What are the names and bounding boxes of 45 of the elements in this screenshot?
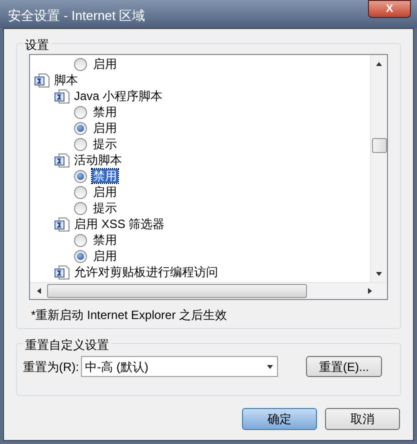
reset-button[interactable]: 重置(E)... [306, 356, 382, 377]
radio-button[interactable] [74, 234, 87, 246]
horizontal-scrollbar[interactable] [30, 282, 387, 299]
option-label[interactable]: 启用 [92, 57, 118, 71]
radio-button[interactable] [74, 250, 87, 262]
script-icon [34, 72, 50, 88]
option-label[interactable]: 禁用 [92, 169, 118, 183]
option-label[interactable]: 提示 [92, 201, 118, 215]
tree-item-label[interactable]: 脚本 [54, 71, 78, 89]
reset-to-label: 重置为(R): [23, 358, 79, 376]
script-icon [54, 216, 70, 232]
scroll-left-icon [34, 287, 42, 295]
level-dropdown[interactable]: 中-高 (默认) [81, 356, 278, 377]
scroll-thumb[interactable] [47, 284, 307, 298]
radio-button[interactable] [74, 170, 87, 182]
group-title: 重置自定义设置 [23, 336, 111, 354]
radio-button[interactable] [74, 58, 87, 70]
radio-button[interactable] [74, 202, 87, 214]
option-label[interactable]: 启用 [92, 185, 118, 199]
dropdown-caret-icon [266, 362, 274, 370]
scroll-down-icon [375, 270, 383, 278]
option-label[interactable]: 启用 [92, 121, 118, 135]
script-icon [54, 152, 70, 168]
tree-item-label[interactable]: 允许对剪贴板进行编程访问 [74, 263, 218, 281]
radio-button[interactable] [74, 186, 87, 198]
option-label[interactable]: 启用 [92, 249, 118, 263]
dialog-button[interactable]: 确定 [242, 408, 317, 430]
radio-button[interactable] [74, 106, 87, 118]
restart-note: *重新启动 Internet Explorer 之后生效 [30, 307, 228, 324]
window-title: 安全设置 - Internet 区域 [8, 7, 146, 25]
script-icon [54, 264, 70, 280]
tree-item-label[interactable]: 活动脚本 [74, 151, 122, 169]
option-label[interactable]: 禁用 [92, 233, 118, 247]
dialog-button[interactable]: 取消 [325, 408, 400, 430]
tree-item-label[interactable]: Java 小程序脚本 [74, 87, 163, 105]
vertical-scrollbar[interactable] [370, 55, 387, 282]
script-icon [54, 88, 70, 104]
scroll-thumb[interactable] [372, 138, 386, 153]
tree-item-label[interactable]: 启用 XSS 筛选器 [74, 215, 165, 233]
radio-button[interactable] [74, 138, 87, 150]
option-label[interactable]: 禁用 [92, 105, 118, 119]
option-label[interactable]: 提示 [92, 137, 118, 151]
scroll-up-icon [375, 60, 383, 68]
scroll-right-icon [366, 287, 374, 295]
radio-button[interactable] [74, 122, 87, 134]
